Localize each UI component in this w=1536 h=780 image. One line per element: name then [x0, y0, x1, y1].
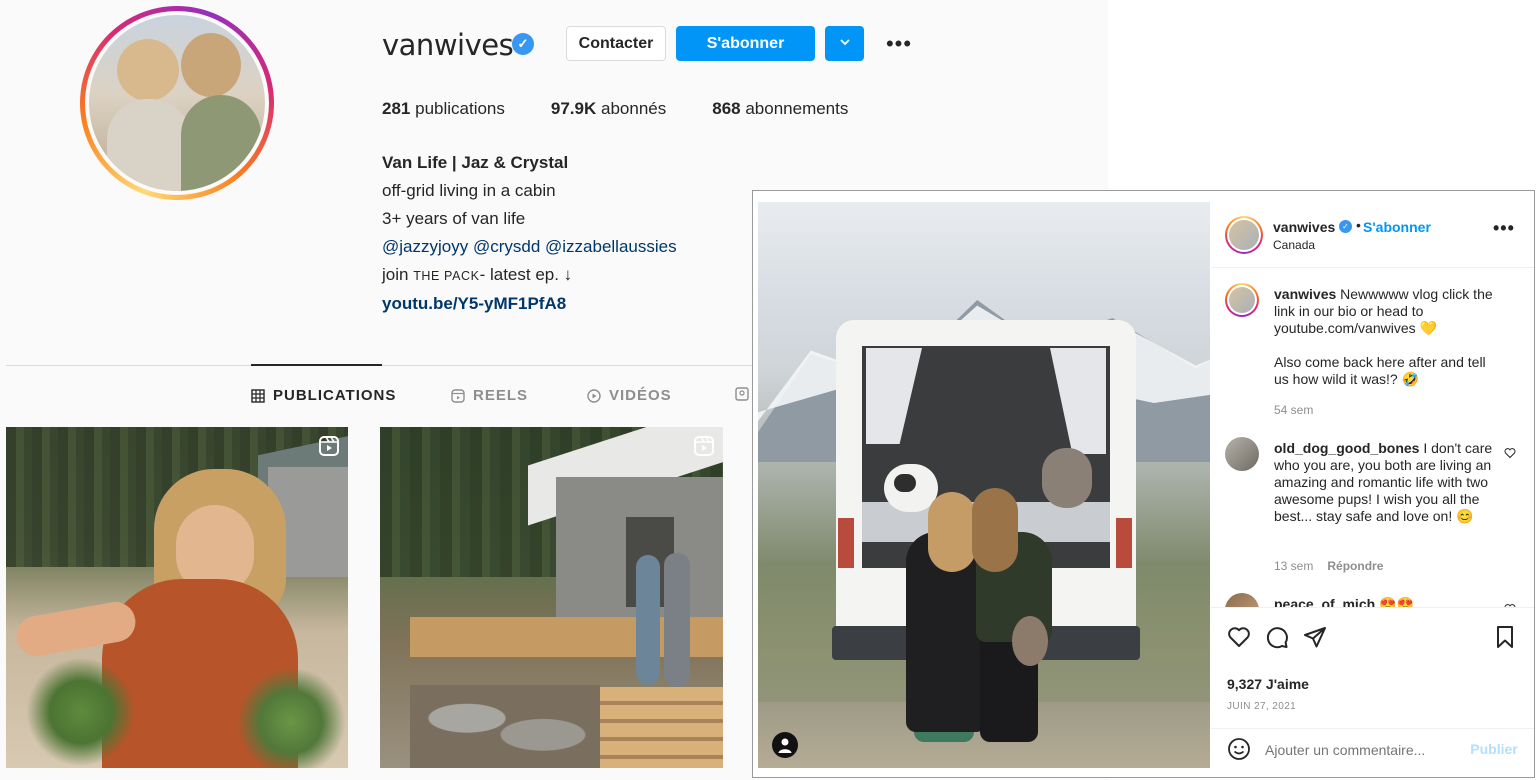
comment-avatar[interactable] [1225, 437, 1259, 471]
tagged-users-button[interactable] [772, 732, 798, 758]
options-more-button[interactable]: ••• [882, 26, 916, 61]
likes-count[interactable]: 9,327 J'aime [1227, 676, 1309, 692]
comment-username[interactable]: peace_of_mich [1274, 596, 1375, 607]
comments-list[interactable]: vanwives Newwwww vlog click the link in … [1211, 269, 1534, 607]
post-header: vanwives ✓ • S'abonner Canada ••• [1211, 202, 1534, 268]
chevron-down-icon [839, 39, 850, 46]
posts-label: publications [415, 99, 505, 118]
bio-line-2: 3+ years of van life [382, 209, 526, 228]
comment-text: old_dog_good_bones I don't care who you … [1274, 440, 1496, 525]
post-author-username[interactable]: vanwives [1273, 219, 1335, 235]
emoji-icon[interactable] [1227, 737, 1251, 761]
reel-icon [694, 436, 714, 456]
tab-videos[interactable]: VIDÉOS [587, 387, 672, 404]
profile-avatar-photo [89, 15, 265, 191]
tab-reels-label: REELS [473, 387, 529, 404]
add-comment-input[interactable] [1265, 740, 1455, 760]
bio-line-4-prefix: join [382, 265, 414, 284]
followers-count: 97.9K [550, 99, 597, 118]
follow-button[interactable]: S'abonner [676, 26, 815, 61]
bookmark-save-icon[interactable] [1493, 625, 1517, 649]
reply-button[interactable]: Répondre [1327, 559, 1383, 573]
post-dialog: vanwives ✓ • S'abonner Canada ••• vanwiv… [752, 190, 1535, 778]
active-tab-indicator [251, 364, 382, 366]
comment-text: peace_of_mich 😍😍 [1274, 596, 1496, 607]
bio-line-4: join THE PACK- latest ep. ↓ [382, 261, 677, 290]
following-stat[interactable]: 868 abonnements [712, 99, 848, 119]
like-heart-icon[interactable] [1227, 625, 1251, 649]
contact-button[interactable]: Contacter [566, 26, 666, 61]
like-comment-heart-icon[interactable] [1504, 447, 1516, 459]
bio-mentions[interactable]: @jazzyjoyy @crysdd @izzabellaussies [382, 233, 677, 261]
share-send-icon[interactable] [1303, 625, 1327, 649]
tab-reels[interactable]: REELS [451, 387, 528, 404]
bio-line-4-caps: THE PACK [413, 269, 480, 283]
caption-username[interactable]: vanwives [1274, 286, 1336, 302]
comment-time: 13 sem [1274, 559, 1314, 573]
followers-stat[interactable]: 97.9K abonnés [551, 99, 666, 119]
comment-username[interactable]: old_dog_good_bones [1274, 440, 1419, 456]
post-date: JUIN 27, 2021 [1227, 701, 1297, 712]
tab-publications-label: PUBLICATIONS [273, 387, 397, 404]
profile-username: vanwives [382, 28, 514, 62]
grid-icon [251, 388, 265, 403]
caption-author-avatar[interactable] [1225, 283, 1259, 317]
comment-bubble-icon[interactable] [1265, 625, 1289, 649]
grid-post-1[interactable] [6, 427, 348, 768]
add-comment-bar: Publier [1211, 728, 1534, 768]
post-sidebar: vanwives ✓ • S'abonner Canada ••• vanwiv… [1211, 202, 1534, 768]
posts-count: 281 [382, 99, 411, 118]
comment-body: 😍😍 [1375, 596, 1414, 607]
post-location[interactable]: Canada [1273, 238, 1315, 252]
post-options-button[interactable]: ••• [1493, 218, 1515, 239]
post-author-avatar[interactable] [1225, 216, 1263, 254]
posts-stat: 281 publications [382, 99, 505, 119]
post-follow-button[interactable]: S'abonner [1363, 219, 1431, 235]
bio-link[interactable]: youtu.be/Y5-yMF1PfA8 [382, 290, 677, 318]
verified-badge-icon: ✓ [512, 33, 534, 55]
following-count: 868 [712, 99, 741, 118]
bio-name: Van Life | Jaz & Crystal [382, 153, 569, 172]
profile-avatar[interactable] [80, 6, 274, 200]
bio-line-4-suffix: - latest ep. ↓ [479, 265, 573, 284]
suggestions-dropdown-button[interactable] [825, 26, 864, 61]
reels-icon [451, 388, 465, 403]
user-icon [778, 738, 792, 753]
tab-publications[interactable]: PUBLICATIONS [251, 387, 396, 404]
grid-post-2[interactable] [380, 427, 723, 768]
separator-dot: • [1356, 217, 1361, 233]
caption-text-2: Also come back here after and tell us ho… [1274, 354, 1486, 387]
tagged-icon [735, 387, 749, 401]
following-label: abonnements [745, 99, 849, 118]
followers-label: abonnés [601, 99, 667, 118]
bio-line-1: off-grid living in a cabin [382, 181, 556, 200]
profile-bio: Van Life | Jaz & Crystal off-grid living… [382, 149, 677, 318]
video-icon [587, 388, 601, 403]
publish-comment-button[interactable]: Publier [1469, 739, 1519, 759]
post-actions: 9,327 J'aime JUIN 27, 2021 [1211, 607, 1534, 728]
caption-text: vanwives Newwwww vlog click the link in … [1274, 286, 1496, 337]
verified-badge-icon: ✓ [1339, 220, 1352, 233]
profile-stats: 281 publications 97.9K abonnés 868 abonn… [382, 99, 848, 119]
tab-tagged[interactable] [735, 387, 749, 401]
caption-time: 54 sem [1274, 403, 1314, 417]
comment-meta: 13 sem Répondre [1274, 559, 1383, 573]
reel-icon [319, 436, 339, 456]
tab-videos-label: VIDÉOS [609, 387, 672, 404]
comment-avatar[interactable] [1225, 593, 1259, 607]
post-photo[interactable] [758, 202, 1210, 768]
